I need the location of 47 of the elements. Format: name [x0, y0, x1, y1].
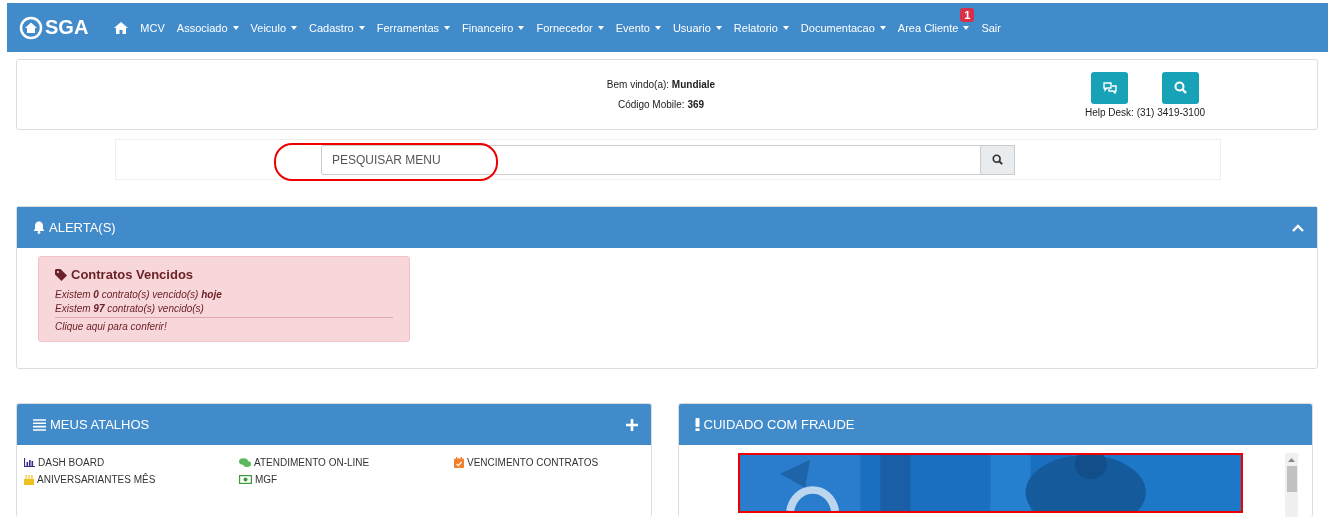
- house-logo-icon: [19, 15, 43, 40]
- shortcut-link[interactable]: MGF: [239, 474, 454, 485]
- logo-text: SGA: [45, 16, 89, 39]
- search-button[interactable]: [981, 144, 1015, 175]
- nav-menu-item[interactable]: Relatorio: [733, 21, 789, 34]
- nav-menu-item[interactable]: Fornecedor: [536, 21, 604, 34]
- notification-badge: 1: [960, 7, 975, 22]
- scrollbar[interactable]: [1285, 453, 1298, 517]
- alert-text: Existem 97 contrato(s) vencido(s): [55, 302, 205, 316]
- greeting-text: Bem vindo(a): Mundiale: [606, 79, 716, 90]
- nav-menu-item[interactable]: Evento: [615, 21, 661, 34]
- help-desk-text: Help Desk: (31) 3419-3100: [1084, 106, 1206, 118]
- shortcut-link[interactable]: ATENDIMENTO ON-LINE: [239, 457, 454, 468]
- plus-icon[interactable]: [625, 418, 638, 431]
- nav-menu-item[interactable]: Ferramentas: [376, 21, 451, 34]
- nav-menu-item[interactable]: Usuario: [672, 21, 722, 34]
- panel-title: ALERTA(S): [49, 220, 116, 235]
- search-field[interactable]: PESQUISAR MENU: [321, 144, 981, 175]
- nav-menu-item[interactable]: Veiculo: [250, 21, 298, 34]
- scroll-up-icon: [1288, 458, 1295, 462]
- mobile-code-text: Código Mobile: 369: [617, 99, 705, 110]
- search-icon: [1174, 81, 1187, 94]
- nav-menu-item[interactable]: MCV: [140, 21, 165, 34]
- tag-icon: [55, 268, 67, 281]
- alert-link[interactable]: Clique aqui para conferir!: [55, 320, 393, 334]
- bell-icon: [33, 221, 45, 234]
- chat-icon: [1102, 81, 1117, 94]
- home-icon[interactable]: [114, 21, 129, 34]
- exclamation-icon: [694, 418, 700, 431]
- nav-menu-item[interactable]: Cadastro: [309, 21, 365, 34]
- nav-menu-item[interactable]: Documentacao: [800, 21, 886, 34]
- nav-menu-item[interactable]: Area Cliente: [897, 21, 970, 34]
- alert-text: Existem 0 contrato(s) vencido(s) hoje: [55, 288, 223, 302]
- panel-title: CUIDADO COM FRAUDE: [703, 417, 855, 432]
- shortcut-link[interactable]: ANIVERSARIANTES MÊS: [24, 474, 239, 485]
- nav-menu-item[interactable]: Sair: [981, 21, 1001, 34]
- chevron-up-icon[interactable]: [1292, 223, 1304, 232]
- nav-menu-item[interactable]: Financeiro: [462, 21, 525, 34]
- scrollbar-thumb[interactable]: [1286, 466, 1297, 492]
- chat-button[interactable]: [1091, 71, 1128, 104]
- list-icon: [33, 418, 46, 431]
- shortcut-link[interactable]: VENCIMENTO CONTRATOS: [454, 457, 644, 468]
- panel-title: MEUS ATALHOS: [50, 417, 150, 432]
- search-icon: [992, 154, 1003, 165]
- shortcut-link[interactable]: DASH BOARD: [24, 457, 239, 468]
- alert-title: Contratos Vencidos: [71, 267, 194, 282]
- nav-menu-item[interactable]: Associado: [176, 21, 239, 34]
